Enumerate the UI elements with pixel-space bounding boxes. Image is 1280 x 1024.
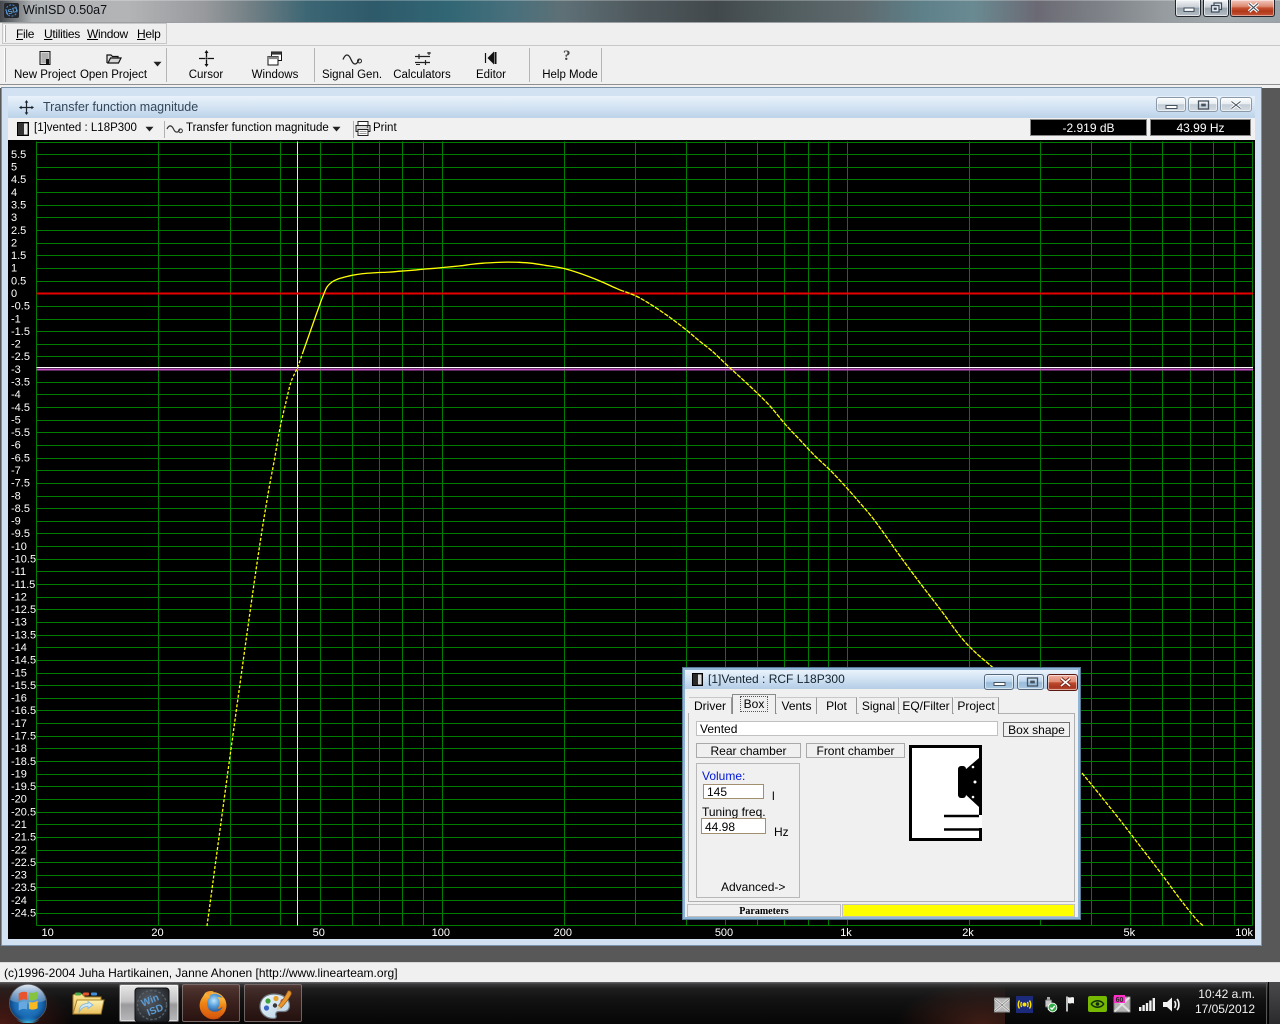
svg-text:1k: 1k (840, 927, 852, 939)
svg-text:-5: -5 (11, 414, 21, 426)
svg-text:-10: -10 (11, 541, 27, 553)
svg-text:-19.5: -19.5 (11, 781, 36, 793)
svg-text:500: 500 (715, 927, 733, 939)
svg-text:-12.5: -12.5 (11, 604, 36, 616)
svg-text:-24.5: -24.5 (11, 908, 36, 920)
svg-text:-10.5: -10.5 (11, 554, 36, 566)
svg-text:-16.5: -16.5 (11, 705, 36, 717)
svg-text:200: 200 (554, 927, 572, 939)
svg-text:4.5: 4.5 (11, 174, 26, 186)
svg-text:50: 50 (313, 927, 325, 939)
svg-text:-12: -12 (11, 591, 27, 603)
svg-text:-15: -15 (11, 667, 27, 679)
svg-text:-3: -3 (11, 364, 21, 376)
svg-text:10: 10 (42, 927, 54, 939)
svg-text:2: 2 (11, 237, 17, 249)
svg-text:1.5: 1.5 (11, 250, 26, 262)
svg-text:-13: -13 (11, 617, 27, 629)
svg-text:-1.5: -1.5 (11, 326, 30, 338)
svg-text:-19: -19 (11, 769, 27, 781)
svg-text:-22.5: -22.5 (11, 857, 36, 869)
svg-text:-18: -18 (11, 743, 27, 755)
svg-text:-9: -9 (11, 516, 21, 528)
svg-text:-6.5: -6.5 (11, 452, 30, 464)
svg-text:-22: -22 (11, 844, 27, 856)
svg-text:60: 60 (1116, 997, 1124, 1004)
svg-text:-3.5: -3.5 (11, 377, 30, 389)
svg-text:-17.5: -17.5 (11, 731, 36, 743)
svg-text:-24: -24 (11, 895, 27, 907)
svg-text:-13.5: -13.5 (11, 629, 36, 641)
svg-text:5.5: 5.5 (11, 149, 26, 161)
svg-text:-6: -6 (11, 440, 21, 452)
svg-text:-5.5: -5.5 (11, 427, 30, 439)
svg-text:-8.5: -8.5 (11, 503, 30, 515)
svg-text:0: 0 (11, 288, 17, 300)
svg-text:-18.5: -18.5 (11, 756, 36, 768)
svg-text:-7.5: -7.5 (11, 478, 30, 490)
svg-text:20: 20 (151, 927, 163, 939)
svg-text:-9.5: -9.5 (11, 528, 30, 540)
svg-text:-20: -20 (11, 794, 27, 806)
svg-text:-21: -21 (11, 819, 27, 831)
svg-text:-16: -16 (11, 693, 27, 705)
svg-text:-14.5: -14.5 (11, 655, 36, 667)
svg-text:-15.5: -15.5 (11, 680, 36, 692)
svg-text:-14: -14 (11, 642, 27, 654)
svg-text:3: 3 (11, 212, 17, 224)
svg-text:-4: -4 (11, 389, 21, 401)
svg-text:1: 1 (11, 263, 17, 275)
svg-text:-2.5: -2.5 (11, 351, 30, 363)
svg-text:5k: 5k (1123, 927, 1135, 939)
svg-text:-17: -17 (11, 718, 27, 730)
svg-text:4: 4 (11, 187, 17, 199)
svg-text:10k: 10k (1235, 927, 1253, 939)
svg-text:-1: -1 (11, 313, 21, 325)
svg-text:-11: -11 (11, 566, 26, 578)
svg-text:2.5: 2.5 (11, 225, 26, 237)
svg-text:-21.5: -21.5 (11, 832, 36, 844)
svg-text:0.5: 0.5 (11, 275, 26, 287)
svg-text:-11.5: -11.5 (11, 579, 35, 591)
svg-text:100: 100 (432, 927, 450, 939)
svg-text:-8: -8 (11, 490, 21, 502)
svg-text:-20.5: -20.5 (11, 806, 36, 818)
svg-text:5: 5 (11, 162, 17, 174)
svg-text:-2: -2 (11, 339, 21, 351)
svg-text:-23: -23 (11, 870, 27, 882)
svg-text:3.5: 3.5 (11, 200, 26, 212)
svg-text:-0.5: -0.5 (11, 301, 30, 313)
svg-text:-7: -7 (11, 465, 21, 477)
svg-text:-4.5: -4.5 (11, 402, 30, 414)
svg-text:2k: 2k (962, 927, 974, 939)
svg-text:-23.5: -23.5 (11, 882, 36, 894)
